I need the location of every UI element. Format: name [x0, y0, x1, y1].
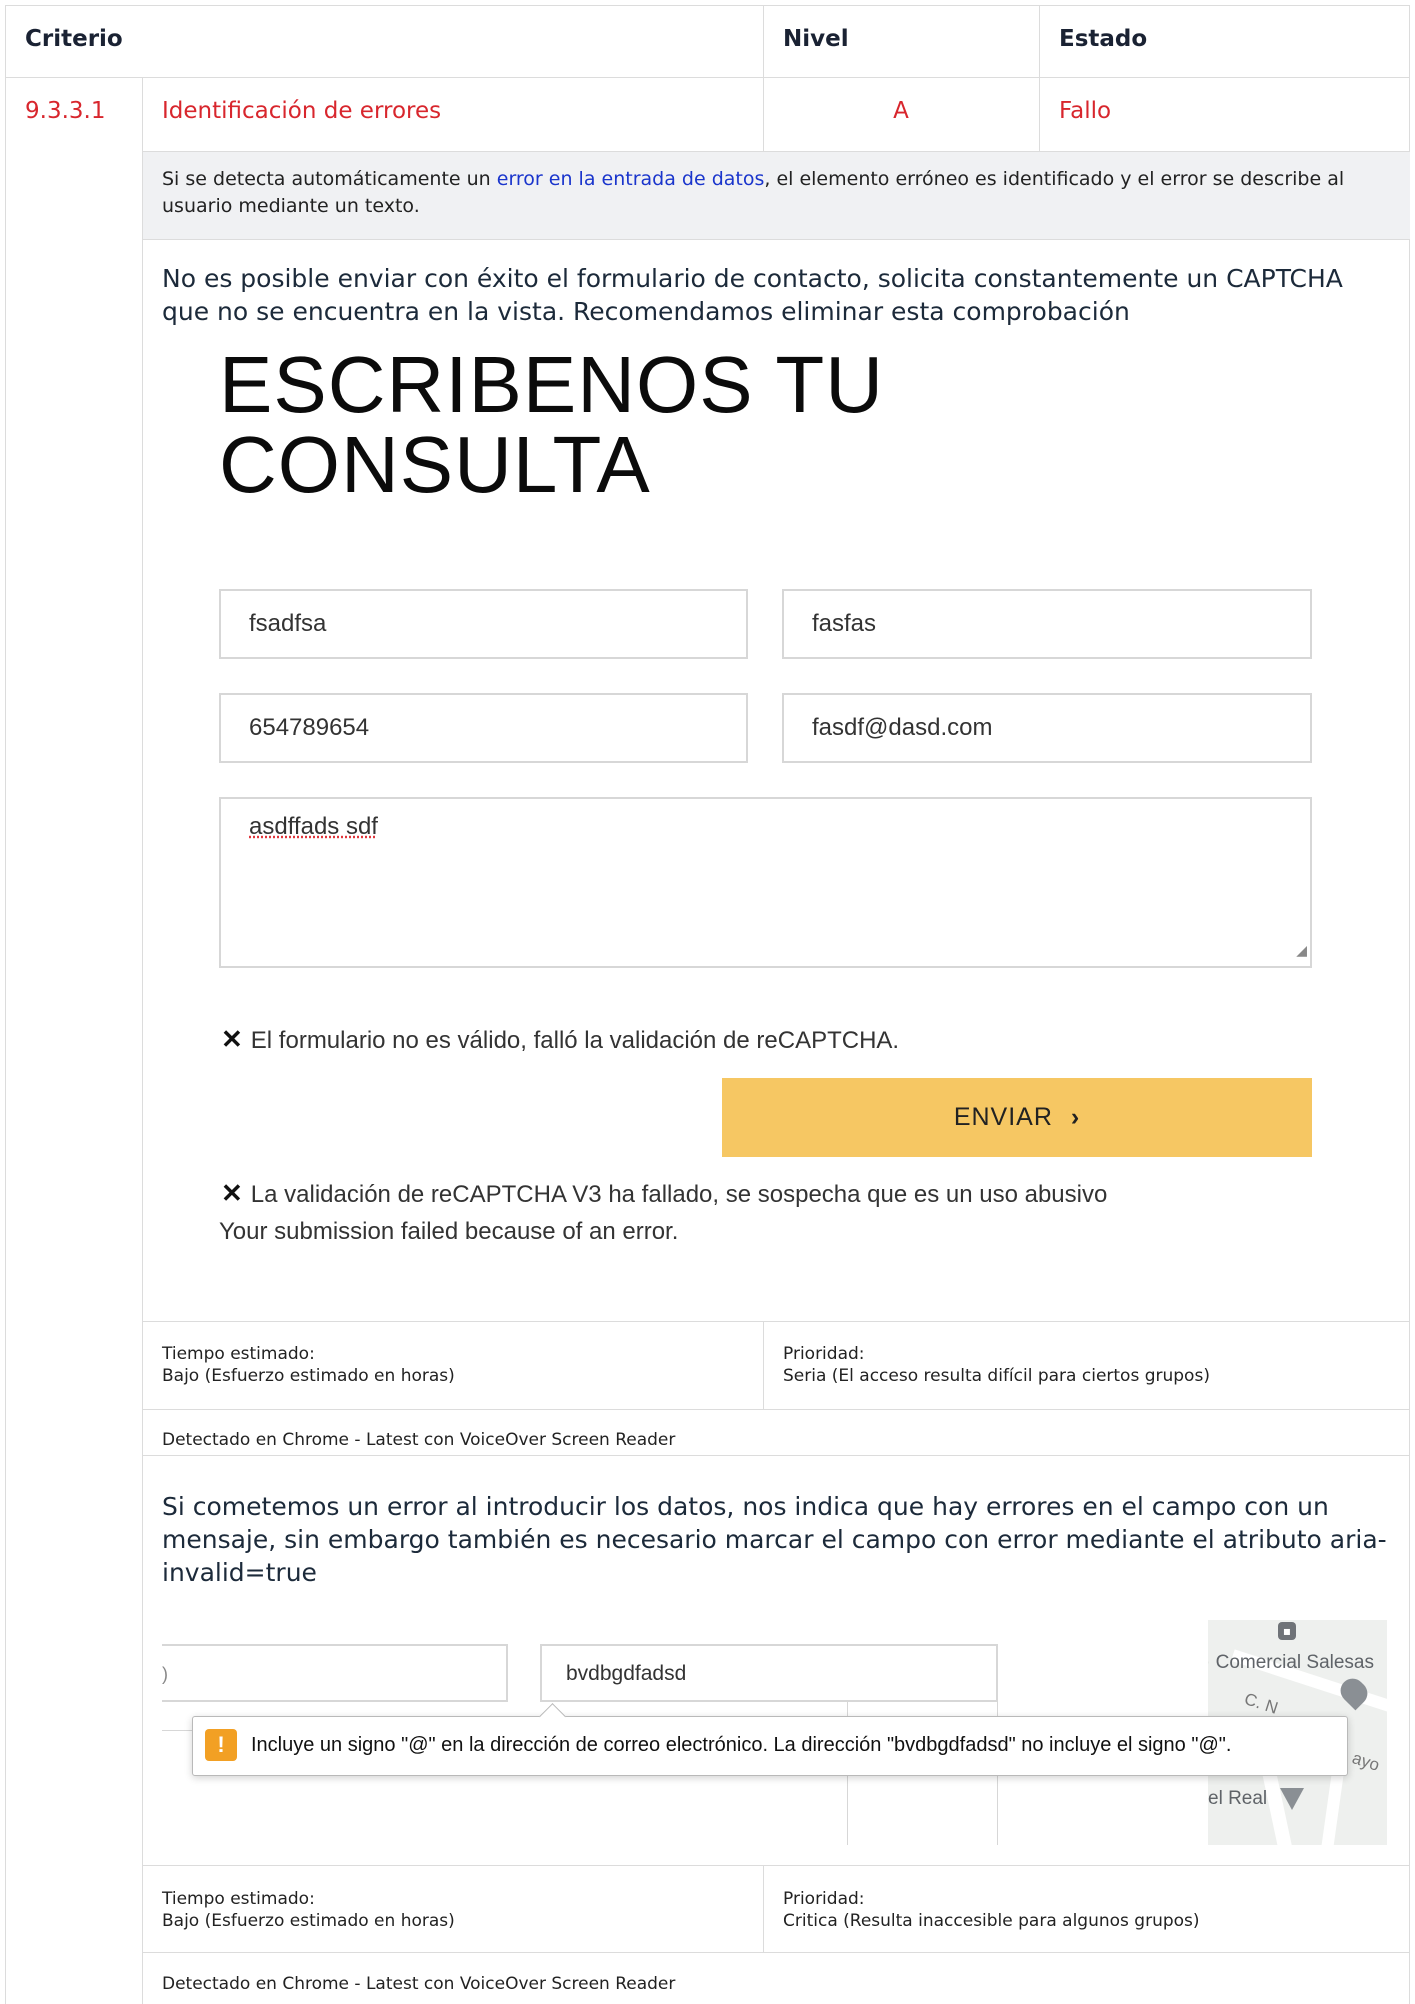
map-label: · Comercial Salesas [1208, 1652, 1375, 1673]
submit-button[interactable]: ENVIAR › [722, 1078, 1312, 1157]
email-field[interactable]: bvdbgdfadsd [540, 1644, 998, 1702]
map-label: el Real [1208, 1788, 1268, 1809]
header-criterio: Criterio [25, 26, 123, 52]
row-divider [142, 1455, 1410, 1456]
left-field[interactable]: ) [162, 1644, 508, 1702]
header-nivel: Nivel [783, 26, 849, 52]
phone-field[interactable]: 654789654 [219, 693, 748, 763]
row-divider [142, 1409, 1410, 1410]
map-label: C. N [1242, 1689, 1281, 1718]
issue-note: Si cometemos un error al introducir los … [162, 1492, 1387, 1587]
form-error-v3: ✕ La validación de reCAPTCHA V3 ha fallad… [221, 1178, 1108, 1208]
column-divider [763, 1321, 764, 1409]
name-field[interactable]: fsadfsa [219, 589, 748, 659]
transit-icon: ▪ [1278, 1622, 1296, 1640]
criterion-id: 9.3.3.1 [25, 98, 106, 124]
issue-note: No es posible enviar con éxito el formul… [162, 264, 1343, 326]
tooltip-arrow [539, 1703, 566, 1730]
description-link[interactable]: error en la entrada de datos [497, 168, 765, 190]
header-estado: Estado [1059, 26, 1148, 52]
validation-tooltip: ! Incluye un signo "@" en la dirección d… [192, 1703, 1348, 1776]
detected-in: Detectado en Chrome - Latest con VoiceOv… [162, 1974, 676, 1994]
map-label: ayo [1349, 1748, 1382, 1775]
close-icon: ✕ [221, 1178, 243, 1208]
column-divider [763, 1865, 764, 1952]
tooltip-message: Incluye un signo "@" en la dirección de … [251, 1734, 1232, 1756]
form-error-submission: Your submission failed because of an err… [219, 1218, 679, 1245]
row-divider [142, 1952, 1410, 1953]
email-field[interactable]: fasdf@dasd.com [782, 693, 1312, 763]
criterion-description: Si se detecta automáticamente un error e… [143, 152, 1410, 239]
priority: Prioridad: Seria (El acceso resulta difí… [783, 1344, 1210, 1386]
chevron-right-icon: › [1070, 1103, 1081, 1131]
form-error-recaptcha: ✕ El formulario no es válido, falló la va… [221, 1024, 900, 1054]
row-divider [142, 239, 1410, 240]
close-icon: ✕ [221, 1024, 243, 1054]
map-pin-icon [1280, 1788, 1304, 1810]
row-divider [142, 1865, 1410, 1866]
warning-icon: ! [205, 1729, 237, 1761]
detected-in: Detectado en Chrome - Latest con VoiceOv… [162, 1430, 676, 1450]
criterion-level: A [893, 98, 909, 124]
form-title: ESCRIBENOS TU CONSULTA [219, 340, 884, 509]
row-divider [142, 1321, 1410, 1322]
status-badge: Fallo [1059, 98, 1112, 124]
priority: Prioridad: Critica (Resulta inaccesible … [783, 1889, 1200, 1931]
estimated-time: Tiempo estimado: Bajo (Esfuerzo estimado… [162, 1344, 455, 1386]
estimated-time: Tiempo estimado: Bajo (Esfuerzo estimado… [162, 1889, 455, 1931]
message-textarea[interactable]: asdffads sdf ◢ [219, 797, 1312, 968]
column-divider [142, 77, 143, 2004]
surname-field[interactable]: fasfas [782, 589, 1312, 659]
resize-handle-icon[interactable]: ◢ [1296, 936, 1307, 964]
column-divider [1039, 5, 1040, 151]
row-divider [5, 77, 1410, 78]
criterion-name: Identificación de errores [162, 98, 442, 124]
column-divider [763, 5, 764, 151]
screenshot-email-validation: ) bvdbgdfadsd ▪ · Comercial Salesas C. N… [162, 1620, 1387, 1845]
